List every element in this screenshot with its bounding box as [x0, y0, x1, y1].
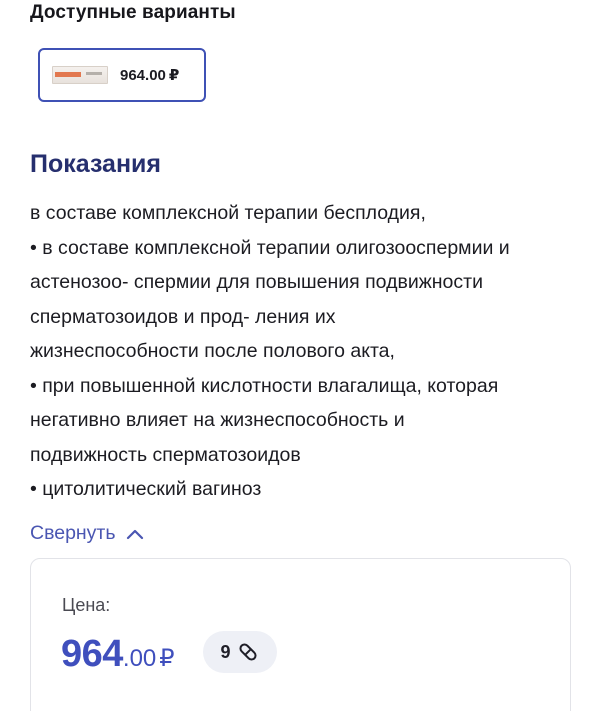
- price-decimal: .00: [122, 645, 157, 672]
- indications-line: в составе комплексной терапии бесплодия,: [30, 202, 426, 224]
- indications-line: сперматозоидов и прод- ления их: [30, 305, 336, 328]
- variant-price: 964.00 ₽: [120, 67, 180, 84]
- indications-line: • цитолитический вагиноз: [30, 478, 262, 500]
- indications-line: подвижность сперматозоидов: [30, 443, 301, 466]
- bonus-count: 9: [220, 641, 231, 662]
- variant-option[interactable]: 964.00 ₽: [38, 48, 206, 102]
- product-thumbnail: [52, 62, 110, 88]
- collapse-button[interactable]: Свернуть: [30, 522, 144, 545]
- indications-line: • в составе комплексной терапии олигозоо…: [30, 236, 510, 259]
- price-label: Цена:: [62, 595, 111, 615]
- indications-line: • при повышенной кислотности влагалища, …: [30, 374, 499, 397]
- pill-icon: [238, 643, 257, 661]
- indications-title: Показания: [30, 150, 162, 178]
- price-panel: Цена: 964 .00 ₽ 9: [30, 558, 571, 711]
- indications-line: негативно влияет на жизнеспособность и: [30, 409, 405, 431]
- variants-title: Доступные варианты: [30, 2, 236, 23]
- price-integer: 964: [61, 633, 123, 675]
- chevron-up-icon: [126, 529, 143, 539]
- indications-line: астенозоо- спермии для повышения подвижн…: [30, 271, 483, 293]
- indications-text: в составе комплексной терапии бесплодия,…: [30, 196, 590, 507]
- price-value: 964 .00 ₽: [61, 633, 175, 676]
- bonus-badge[interactable]: 9: [203, 631, 277, 673]
- price-currency: ₽: [159, 645, 175, 672]
- collapse-label: Свернуть: [30, 522, 116, 544]
- indications-line: жизнеспособности после полового акта,: [30, 340, 395, 362]
